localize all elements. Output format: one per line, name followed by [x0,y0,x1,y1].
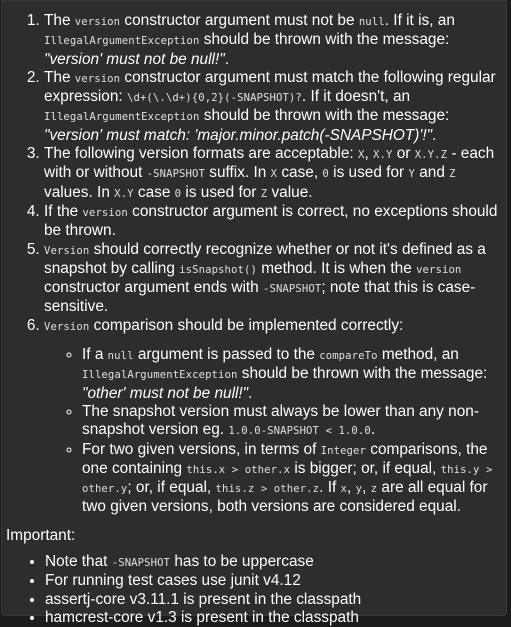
error-message: "version' must not be null!" [44,50,225,68]
comparison-rules-list: If a null argument is passed to the comp… [44,346,506,517]
text-segment: , [347,479,356,497]
inline-code: version [416,263,462,276]
text-segment: is used for [181,183,261,201]
text-segment: The following version formats are accept… [44,145,358,163]
important-item: hamcrest-core v1.3 is present in the cla… [45,609,508,627]
inline-code: compareTo [319,350,378,363]
text-segment: method. It is when the [256,259,417,277]
text-segment: case, [277,164,323,182]
text-segment: . [224,50,229,68]
text-segment: For two given versions, in terms of [82,440,321,458]
inline-code: null [358,16,385,28]
text-segment: is used for [328,164,409,182]
text-segment: ; or, if equal, [127,479,216,497]
text-segment: values. In [44,183,115,201]
important-list: Note that -SNAPSHOT has to be uppercaseF… [2,553,508,627]
text-segment: Note that [45,553,112,571]
inline-code: IllegalArgumentException [82,369,238,382]
text-segment: case [133,183,175,201]
inline-code: version [74,16,121,28]
text-segment: suffix. In [204,164,271,182]
text-segment: . If it doesn't, an [301,88,411,106]
inline-code: X.Y [114,187,134,200]
comparison-rule-item: For two given versions, in terms of Inte… [82,441,506,517]
text-segment: is bigger; or, if equal, [290,459,441,477]
description-panel: The version constructor argument must no… [1,0,507,626]
text-segment: If a [82,346,108,364]
important-heading: Important: [6,526,76,544]
text-segment: or [392,145,415,163]
text-segment: should be thrown with the message: [199,107,450,125]
inline-code: isSnapshot() [179,263,257,276]
text-segment: constructor argument must not be [120,12,359,29]
requirement-item: The following version formats are accept… [44,145,506,203]
text-segment: , [364,145,373,163]
inline-code: -SNAPSHOT [146,168,205,181]
requirement-item: Version comparison should be implemented… [44,317,506,517]
requirements-list: The version constructor argument must no… [2,12,508,517]
inline-code: -SNAPSHOT [111,557,171,570]
text-segment: method, an [377,346,459,364]
comparison-rule-item: The snapshot version must always be lowe… [82,403,506,441]
text-segment: , [362,479,371,497]
inline-code: Version [44,320,90,333]
important-item: assertj-core v3.11.1 is present in the c… [45,591,508,609]
inline-code: IllegalArgumentException [44,111,200,124]
error-message: "version' must match: 'major.minor.patch… [44,126,433,144]
text-segment: . If [319,479,341,497]
inline-code: \d+(\.\d+){0,2}(-SNAPSHOT)? [126,92,302,105]
inline-code: 1.0.0-SNAPSHOT < 1.0.0 [228,425,371,438]
inline-code: Z [449,168,456,181]
inline-code: this.z > other.z [215,483,320,496]
text-segment: has to be uppercase [170,553,314,571]
inline-code: X.Y.Z [414,149,448,162]
text-segment: and [414,164,450,182]
text-segment: hamcrest-core v1.3 is present in the cla… [45,608,359,626]
text-segment: . [248,384,253,402]
inline-code: this.x > other.x [186,463,291,476]
text-segment: comparison should be implemented correct… [89,316,404,334]
inline-code: Integer [320,444,366,457]
requirement-item: Version should correctly recognize wheth… [44,241,506,317]
text-segment: constructor argument ends with [44,279,263,297]
text-segment: . [432,126,437,144]
error-message: "other' must not be null!" [82,384,249,402]
text-segment: should be thrown with the message: [199,31,450,49]
inline-code: X.Y [373,149,393,162]
inline-code: -SNAPSHOT [263,283,322,296]
text-segment: If the [44,202,83,220]
inline-code: version [74,72,121,85]
inline-code: IllegalArgumentException [44,35,200,48]
inline-code: version [82,206,128,219]
inline-code: null [107,350,134,363]
text-segment: argument is passed to the [133,346,320,364]
requirement-item: If the version constructor argument is c… [44,203,506,241]
text-segment: The [44,68,75,86]
text-segment: . If it is, an [384,12,455,29]
text-segment: . [370,421,376,439]
text-segment: The [44,12,75,29]
inline-code: Version [44,244,90,257]
requirement-item: The version constructor argument must ma… [44,69,506,145]
comparison-rule-item: If a null argument is passed to the comp… [82,346,506,403]
important-item: For running test cases use junit v4.12 [45,572,508,590]
text-segment: value. [267,183,313,201]
text-segment: assertj-core v3.11.1 is present in the c… [45,590,362,608]
description-content: The version constructor argument must no… [2,12,508,627]
important-item: Note that -SNAPSHOT has to be uppercase [45,553,508,572]
requirement-item: The version constructor argument must no… [44,12,506,69]
text-segment: should be thrown with the message: [237,365,488,383]
text-segment: For running test cases use junit v4.12 [45,572,301,590]
